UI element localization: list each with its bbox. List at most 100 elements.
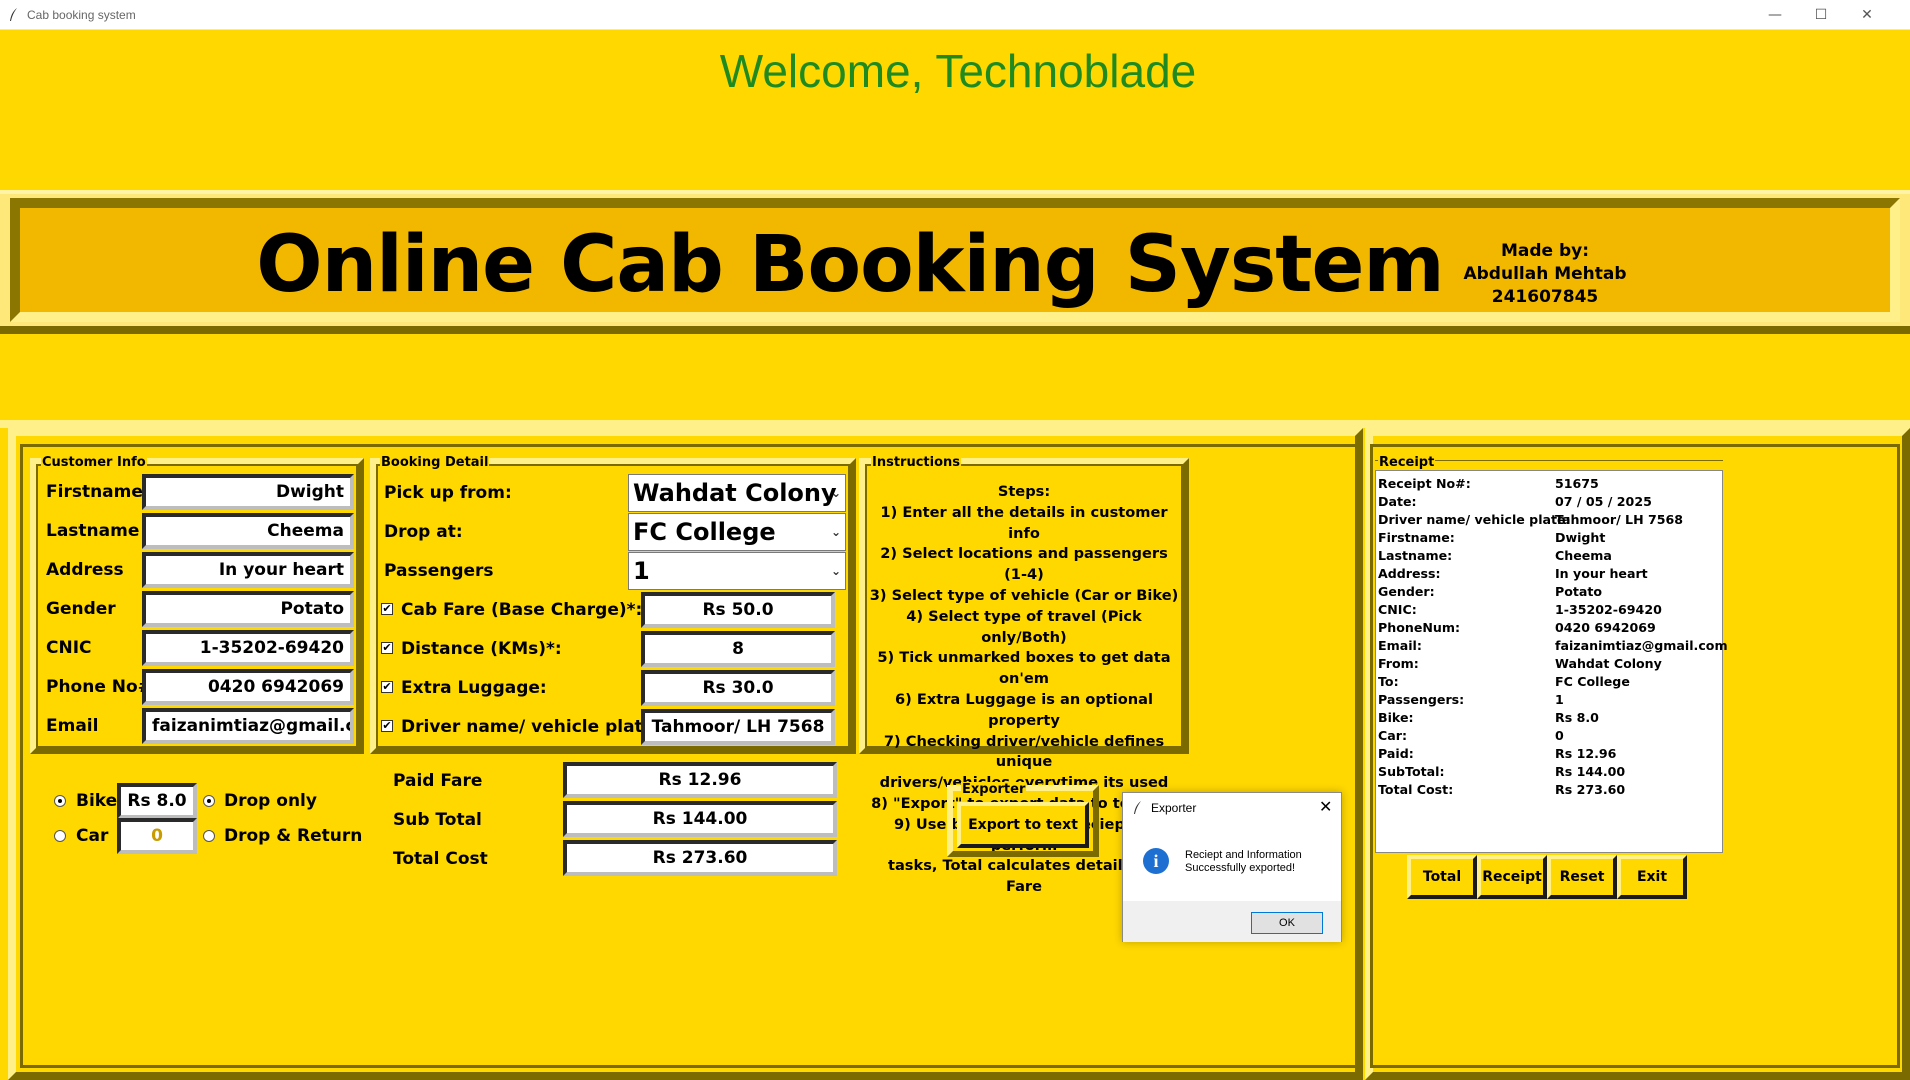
receipt-row: Lastname: Cheema [1378,547,1722,565]
passengers-select[interactable]: 1 ⌄ [628,552,846,590]
receipt-value: Tahmoor/ LH 7568 [1555,512,1684,527]
receipt-row: Address: In your heart [1378,565,1722,583]
chevron-down-icon: ⌄ [830,486,841,500]
luggage-input[interactable]: Rs 30.0 [641,670,835,706]
receipt-value: Rs 8.0 [1555,710,1599,725]
pickup-value: Wahdat Colony [633,479,837,507]
receipt-row: CNIC: 1-35202-69420 [1378,601,1722,619]
driver-input[interactable]: Tahmoor/ LH 7568 [641,709,835,745]
dialog-close-icon[interactable]: ✕ [1319,797,1332,816]
total-cost-input[interactable]: Rs 273.60 [563,840,837,876]
email-input[interactable]: faizanimtiaz@gmail.com [142,708,354,744]
receipt-key: Lastname: [1378,548,1453,563]
info-icon: i [1143,848,1169,874]
close-window-button[interactable]: ✕ [1844,0,1890,30]
receipt-row: Car: 0 [1378,727,1722,745]
drop-select[interactable]: FC College ⌄ [628,513,846,551]
cab-fare-input[interactable]: Rs 50.0 [641,592,835,628]
welcome-message: Welcome, Technoblade [719,45,1197,97]
drop-label: Drop at: [384,522,463,542]
address-label: Address [46,560,124,580]
author-credit: Made by: Abdullah Mehtab 241607845 [1440,240,1650,309]
instruction-line: 4) Select type of travel (Pick only/Both… [906,607,1142,646]
pickup-select[interactable]: Wahdat Colony ⌄ [628,474,846,512]
drop-only-radio[interactable] [203,795,215,807]
instruction-line: 7) Checking driver/vehicle defines uniqu… [883,732,1165,771]
cnic-input[interactable]: 1-35202-69420 [142,630,354,666]
total-cost-label: Total Cost [393,849,488,869]
receipt-key: SubTotal: [1378,764,1445,779]
drop-return-label: Drop & Return [224,826,363,846]
dialog-title: Exporter [1151,801,1197,815]
instruction-line: 6) Extra Luggage is an optional property [894,690,1154,729]
window-title: Cab booking system [27,8,136,22]
subtotal-label: Sub Total [393,810,482,830]
maximize-button[interactable]: ☐ [1798,0,1844,30]
gender-label: Gender [46,599,116,619]
chevron-down-icon: ⌄ [830,525,841,539]
bike-label: Bike [76,791,118,811]
paid-fare-label: Paid Fare [393,771,483,791]
instruction-line: 3) Select type of vehicle (Car or Bike) [869,586,1179,604]
car-label: Car [76,826,109,846]
receipt-value: 0420 6942069 [1555,620,1656,635]
drop-only-label: Drop only [224,791,317,811]
phone-label: Phone No# [46,677,152,697]
receipt-row: Passengers: 1 [1378,691,1722,709]
receipt-key: Date: [1378,494,1417,509]
cnic-label: CNIC [46,638,92,658]
instructions-label: Instructions [871,455,962,470]
distance-input[interactable]: 8 [641,631,835,667]
distance-checkbox[interactable]: ✔ [381,642,393,654]
bike-fare-input[interactable]: Rs 8.0 [117,783,197,819]
total-button[interactable]: Total [1407,855,1477,899]
receipt-key: Driver name/ vehicle plate: [1378,512,1571,527]
address-input[interactable]: In your heart [142,552,354,588]
receipt-row: Receipt No#: 51675 [1378,475,1722,493]
exporter-label: Exporter [961,782,1027,797]
firstname-input[interactable]: Dwight [142,474,354,510]
driver-checkbox[interactable]: ✔ [381,720,393,732]
dialog-message-line: Reciept and Information [1185,849,1302,861]
app-title: Online Cab Booking System [256,220,1444,310]
receipt-value: 1 [1555,692,1564,707]
export-to-text-button[interactable]: Export to text [957,802,1089,848]
receipt-textbox[interactable]: Receipt No#: 51675 Date: 07 / 05 / 2025 Driv… [1375,470,1728,853]
dialog-ok-button[interactable]: OK [1251,912,1323,934]
gender-input[interactable]: Potato [142,591,354,627]
receipt-key: Total Cost: [1378,782,1454,797]
paid-fare-input[interactable]: Rs 12.96 [563,762,837,798]
cab-fare-checkbox[interactable]: ✔ [381,603,393,615]
phone-input[interactable]: 0420 6942069 [142,669,354,705]
minimize-button[interactable]: — [1752,0,1798,30]
receipt-value: Wahdat Colony [1555,656,1662,671]
receipt-row: Gender: Potato [1378,583,1722,601]
instruction-line: 5) Tick unmarked boxes to get data on'em [877,649,1171,688]
author-name: Abdullah Mehtab [1463,264,1627,284]
pickup-label: Pick up from: [384,483,512,503]
receipt-value: 0 [1555,728,1564,743]
lastname-input[interactable]: Cheema [142,513,354,549]
bike-radio[interactable] [54,795,66,807]
customer-info-label: Customer Info [41,455,147,470]
dialog-message-line: Successfully exported! [1185,862,1296,874]
car-radio[interactable] [54,830,66,842]
receipt-key: Paid: [1378,746,1414,761]
exit-button[interactable]: Exit [1617,855,1687,899]
instruction-line: Steps: [997,483,1051,500]
receipt-key: Bike: [1378,710,1414,725]
email-label: Email [46,716,99,736]
receipt-key: Gender: [1378,584,1435,599]
receipt-row: Bike: Rs 8.0 [1378,709,1722,727]
receipt-rows: Receipt No#: 51675 Date: 07 / 05 / 2025 Driv… [1378,475,1728,799]
drop-return-radio[interactable] [203,830,215,842]
luggage-checkbox[interactable]: ✔ [381,681,393,693]
receipt-value: In your heart [1555,566,1648,581]
reset-button[interactable]: Reset [1547,855,1617,899]
subtotal-input[interactable]: Rs 144.00 [563,801,837,837]
receipt-key: Address: [1378,566,1441,581]
receipt-button[interactable]: Receipt [1477,855,1547,899]
receipt-key: To: [1378,674,1399,689]
car-fare-input[interactable]: 0 [117,818,197,854]
receipt-row: From: Wahdat Colony [1378,655,1722,673]
